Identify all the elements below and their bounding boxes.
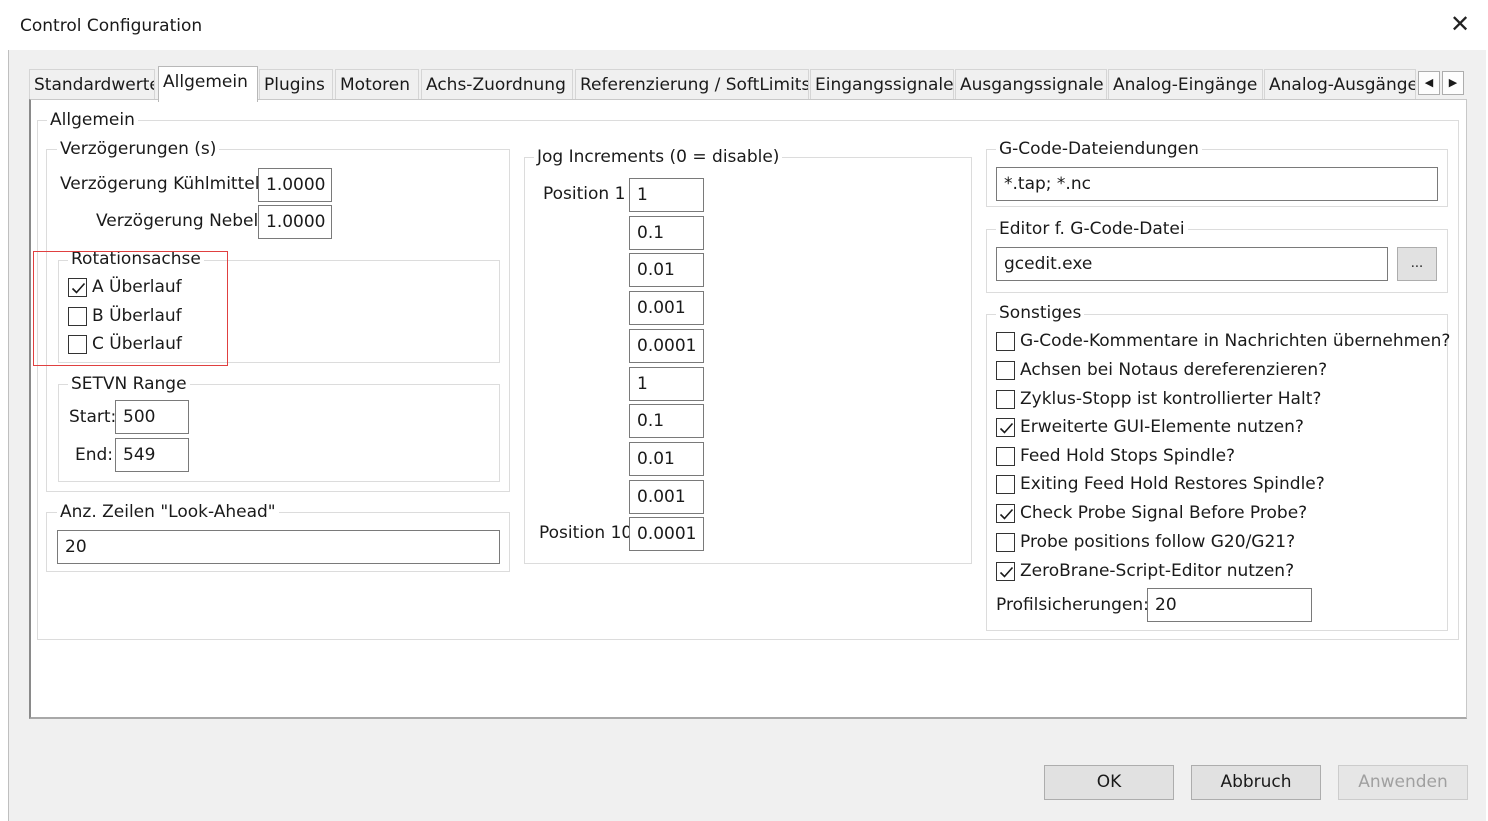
- browse-button[interactable]: ...: [1397, 247, 1437, 281]
- chevron-left-icon[interactable]: ◀: [1418, 71, 1440, 95]
- zerobrane-editor-label: ZeroBrane-Script-Editor nutzen?: [1020, 561, 1295, 581]
- gcode-comments-checkbox[interactable]: [996, 332, 1015, 351]
- estop-dereference-checkbox[interactable]: [996, 361, 1015, 380]
- close-icon[interactable]: ✕: [1450, 10, 1470, 38]
- cycle-stop-label: Zyklus-Stopp ist kontrollierter Halt?: [1020, 389, 1322, 409]
- tab-analog-ausgaenge[interactable]: Analog-Ausgänge: [1264, 69, 1416, 100]
- jog-increment-input[interactable]: 0.0001: [629, 329, 704, 363]
- gcode-extensions-title: G-Code-Dateiendungen: [996, 139, 1202, 159]
- feedhold-restores-spindle-checkbox[interactable]: [996, 475, 1015, 494]
- misc-title: Sonstiges: [996, 303, 1085, 323]
- lookahead-title: Anz. Zeilen "Look-Ahead": [57, 502, 279, 522]
- check-probe-signal-checkbox[interactable]: [996, 504, 1015, 523]
- probe-positions-label: Probe positions follow G20/G21?: [1020, 532, 1296, 552]
- tab-ausgangssignale[interactable]: Ausgangssignale: [955, 69, 1107, 100]
- cycle-stop-checkbox[interactable]: [996, 390, 1015, 409]
- jog-increment-input[interactable]: 0.001: [629, 480, 704, 514]
- tab-referenzierung[interactable]: Referenzierung / SoftLimits: [575, 69, 809, 100]
- group-jog: [524, 157, 972, 564]
- setvn-end-input[interactable]: 549: [115, 438, 189, 472]
- jog-title: Jog Increments (0 = disable): [534, 147, 783, 167]
- tab-analog-eingaenge[interactable]: Analog-Eingänge: [1108, 69, 1263, 100]
- highlight-box: [33, 251, 228, 366]
- feedhold-stops-spindle-checkbox[interactable]: [996, 447, 1015, 466]
- extended-gui-label: Erweiterte GUI-Elemente nutzen?: [1020, 417, 1304, 437]
- mist-delay-input[interactable]: 1.0000: [258, 205, 332, 239]
- window-title: Control Configuration: [20, 16, 203, 36]
- chevron-right-icon[interactable]: ▶: [1442, 71, 1464, 95]
- jog-increment-input[interactable]: 0.01: [629, 253, 704, 287]
- tab-plugins[interactable]: Plugins: [259, 69, 333, 100]
- editor-title: Editor f. G-Code-Datei: [996, 219, 1188, 239]
- jog-increment-input[interactable]: 0.01: [629, 442, 704, 476]
- mist-delay-label: Verzögerung Nebel:: [96, 211, 264, 231]
- feedhold-restores-spindle-label: Exiting Feed Hold Restores Spindle?: [1020, 474, 1325, 494]
- estop-dereference-label: Achsen bei Notaus dereferenzieren?: [1020, 360, 1328, 380]
- gcode-comments-label: G-Code-Kommentare in Nachrichten überneh…: [1020, 331, 1451, 351]
- tab-allgemein[interactable]: Allgemein: [158, 66, 258, 102]
- checkmark-icon: [999, 422, 1014, 434]
- title-bar: Control Configuration ✕: [0, 0, 1488, 50]
- jog-increment-input[interactable]: 0.1: [629, 216, 704, 250]
- coolant-delay-label: Verzögerung Kühlmittel:: [60, 174, 266, 194]
- setvn-title: SETVN Range: [68, 374, 190, 394]
- extended-gui-checkbox[interactable]: [996, 418, 1015, 437]
- jog-increment-input[interactable]: 0.1: [629, 404, 704, 438]
- checkmark-icon: [999, 566, 1014, 578]
- setvn-end-label: End:: [75, 445, 114, 465]
- jog-position-1-label: Position 1: [543, 184, 626, 204]
- editor-path-input[interactable]: gcedit.exe: [996, 247, 1388, 281]
- feedhold-stops-spindle-label: Feed Hold Stops Spindle?: [1020, 446, 1236, 466]
- profile-backups-input[interactable]: 20: [1147, 588, 1312, 622]
- setvn-start-input[interactable]: 500: [115, 400, 189, 434]
- tab-eingangssignale[interactable]: Eingangssignale: [810, 69, 954, 100]
- tab-motoren[interactable]: Motoren: [335, 69, 419, 100]
- tab-standardwerte[interactable]: Standardwerte: [29, 69, 155, 100]
- group-allgemein-title: Allgemein: [47, 110, 138, 130]
- tab-panel-allgemein: Allgemein Verzögerungen (s) Verzögerung …: [29, 99, 1467, 719]
- delays-title: Verzögerungen (s): [57, 139, 220, 159]
- jog-increment-input[interactable]: 0.001: [629, 291, 704, 325]
- jog-position-10-label: Position 10: [539, 523, 633, 543]
- jog-increment-input[interactable]: 1: [629, 367, 704, 401]
- cancel-button[interactable]: Abbruch: [1191, 765, 1321, 800]
- profile-backups-label: Profilsicherungen:: [996, 595, 1149, 615]
- lookahead-input[interactable]: 20: [57, 530, 500, 564]
- zerobrane-editor-checkbox[interactable]: [996, 562, 1015, 581]
- tab-achs-zuordnung[interactable]: Achs-Zuordnung: [421, 69, 573, 100]
- jog-increment-input[interactable]: 0.0001: [629, 517, 704, 551]
- apply-button[interactable]: Anwenden: [1338, 765, 1468, 800]
- ok-button[interactable]: OK: [1044, 765, 1174, 800]
- probe-positions-checkbox[interactable]: [996, 533, 1015, 552]
- gcode-extensions-input[interactable]: *.tap; *.nc: [996, 167, 1438, 201]
- setvn-start-label: Start:: [69, 407, 117, 427]
- coolant-delay-input[interactable]: 1.0000: [258, 168, 332, 202]
- checkmark-icon: [999, 508, 1014, 520]
- jog-increment-input[interactable]: 1: [629, 178, 704, 212]
- check-probe-signal-label: Check Probe Signal Before Probe?: [1020, 503, 1308, 523]
